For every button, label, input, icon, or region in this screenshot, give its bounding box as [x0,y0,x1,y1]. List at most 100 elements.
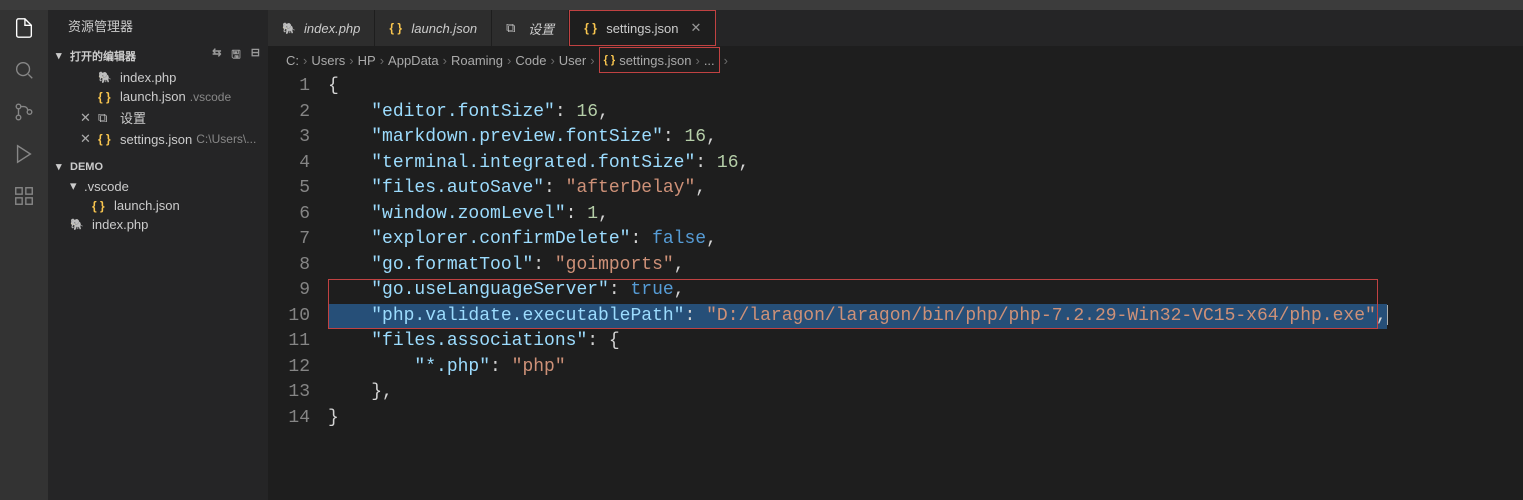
file-desc: .vscode [190,90,231,104]
line-number: 12 [268,355,310,381]
debug-icon[interactable] [12,142,36,166]
code-line[interactable]: "*.php": "php" [328,355,1523,381]
line-number: 1 [268,74,310,100]
close-icon[interactable]: ✕ [690,20,701,36]
code-line[interactable]: "explorer.confirmDelete": false, [328,227,1523,253]
code-line[interactable]: "editor.fontSize": 16, [328,100,1523,126]
workspace-header[interactable]: ▾ DEMO [48,157,268,176]
breadcrumb-separator: › [507,53,511,68]
breadcrumb-segment[interactable]: User [559,53,586,68]
main: 资源管理器 ▾ 打开的编辑器 ⇆ 🖫 ⊟ 🐘index.php{ }launch… [0,10,1523,500]
close-icon[interactable]: ✕ [80,110,96,126]
search-icon[interactable] [12,58,36,82]
folder-name: .vscode [84,179,129,194]
breadcrumb-segment[interactable]: Roaming [451,53,503,68]
tab-bar: 🐘 index.php { } launch.json ⧉ 设置 { }settings.j… [268,10,1523,46]
file-desc: C:\Users\... [196,132,256,146]
tree-file[interactable]: { } launch.json [48,196,268,215]
file-name: launch.json [120,89,186,104]
code-line[interactable]: }, [328,380,1523,406]
close-icon[interactable]: ✕ [80,131,96,147]
open-editor-item[interactable]: ✕{ } settings.json C:\Users\... [48,129,268,149]
line-number: 13 [268,380,310,406]
open-editors-header[interactable]: ▾ 打开的编辑器 ⇆ 🖫 ⊟ [48,43,268,68]
line-number: 8 [268,253,310,279]
line-number: 5 [268,176,310,202]
tab-label: 设置 [528,19,554,38]
file-name: launch.json [114,198,180,213]
chevron-down-icon: ▾ [56,49,68,62]
file-name: index.php [92,217,148,232]
sidebar: 资源管理器 ▾ 打开的编辑器 ⇆ 🖫 ⊟ 🐘index.php{ }launch… [48,10,268,500]
open-editors-label: 打开的编辑器 [70,48,136,64]
tab-label: launch.json [411,21,477,36]
toggle-icon[interactable]: ⇆ [212,46,221,65]
code-line[interactable]: { [328,74,1523,100]
breadcrumb-separator: › [349,53,353,68]
code-line[interactable]: "files.associations": { [328,329,1523,355]
breadcrumb-segment[interactable]: Code [515,53,546,68]
code-line[interactable]: "files.autoSave": "afterDelay", [328,176,1523,202]
chevron-down-icon: ▾ [70,178,82,194]
breadcrumb-separator: › [590,53,594,68]
breadcrumb-separator: › [303,53,307,68]
php-icon: 🐘 [70,218,86,231]
gutter: 1234567891011121314 [268,74,328,431]
workspace-label: DEMO [70,161,103,173]
code-line[interactable]: "php.validate.executablePath": "D:/larag… [328,304,1523,330]
code-line[interactable]: } [328,406,1523,432]
json-icon: { } [584,21,600,35]
files-icon[interactable] [12,16,36,40]
line-number: 4 [268,151,310,177]
file-name: index.php [120,70,176,85]
json-icon: { } [389,21,405,35]
tab[interactable]: { }settings.json✕ [569,10,716,46]
php-icon: 🐘 [282,22,298,35]
chevron-down-icon: ▾ [56,160,68,173]
json-icon: { } [98,90,114,104]
tab[interactable]: ⧉ 设置 [492,10,569,46]
open-editor-item[interactable]: ✕⧉ 设置 [48,106,268,129]
breadcrumb-separator: › [724,53,728,68]
settings-icon: ⧉ [506,20,522,36]
line-number: 6 [268,202,310,228]
activity-bar [0,10,48,500]
open-editor-item[interactable]: { } launch.json .vscode [48,87,268,106]
save-all-icon[interactable]: 🖫 [231,46,240,65]
json-icon: { } [98,132,114,146]
source-control-icon[interactable] [12,100,36,124]
tab-label: index.php [304,21,360,36]
breadcrumb-segment[interactable]: AppData [388,53,439,68]
php-icon: 🐘 [98,71,114,84]
code-line[interactable]: "go.useLanguageServer": true, [328,278,1523,304]
close-all-icon[interactable]: ⊟ [251,46,260,65]
breadcrumb-current[interactable]: { }settings.json›... [599,47,720,73]
file-name: settings.json [120,132,192,147]
settings-icon: ⧉ [98,110,114,126]
file-name: 设置 [120,108,146,127]
code-line[interactable]: "terminal.integrated.fontSize": 16, [328,151,1523,177]
code-lines[interactable]: { "editor.fontSize": 16, "markdown.previ… [328,74,1523,431]
breadcrumb[interactable]: C: › Users › HP › AppData › Roaming › Code › User › { … [268,46,1523,74]
breadcrumb-segment[interactable]: Users [311,53,345,68]
code-editor[interactable]: 1234567891011121314 { "editor.fontSize":… [268,74,1523,431]
tree-file[interactable]: 🐘 index.php [48,215,268,234]
breadcrumb-segment[interactable]: HP [358,53,376,68]
line-number: 14 [268,406,310,432]
code-line[interactable]: "window.zoomLevel": 1, [328,202,1523,228]
tab[interactable]: 🐘 index.php [268,10,375,46]
folder-row[interactable]: ▾ .vscode [48,176,268,196]
json-icon: { } [92,199,108,213]
cursor [1387,305,1388,325]
code-line[interactable]: "go.formatTool": "goimports", [328,253,1523,279]
open-editor-item[interactable]: 🐘 index.php [48,68,268,87]
breadcrumb-separator: › [443,53,447,68]
breadcrumb-separator: › [550,53,554,68]
code-line[interactable]: "markdown.preview.fontSize": 16, [328,125,1523,151]
extensions-icon[interactable] [12,184,36,208]
line-number: 3 [268,125,310,151]
breadcrumb-separator: › [380,53,384,68]
tab[interactable]: { } launch.json [375,10,492,46]
editor-area: 🐘 index.php { } launch.json ⧉ 设置 { }settings.j… [268,10,1523,500]
breadcrumb-segment[interactable]: C: [286,53,299,68]
